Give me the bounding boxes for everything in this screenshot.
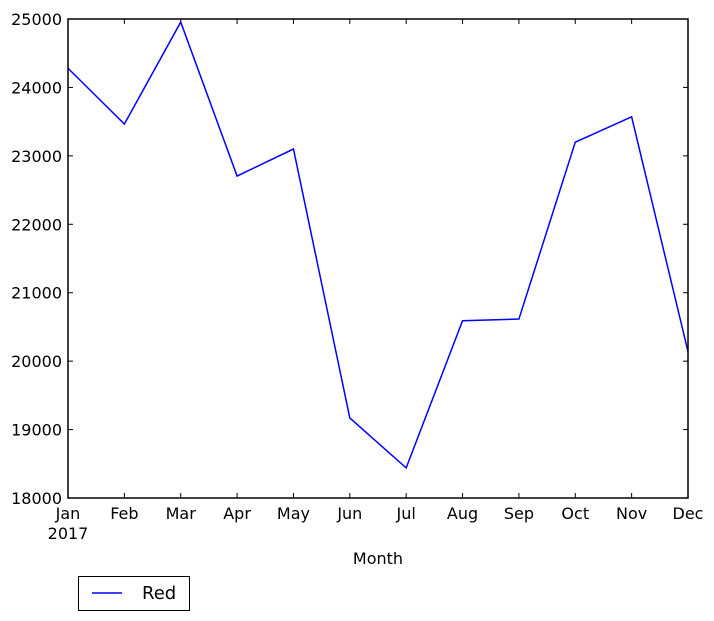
- ticks: 18000 19000 20000 21000 22000 23000 24000 25000…: [11, 10, 703, 523]
- x-tick-label: Mar: [166, 504, 197, 523]
- x-tick-label: Oct: [561, 504, 589, 523]
- x-tick-label: Jul: [396, 504, 416, 523]
- x-tick-label: May: [277, 504, 310, 523]
- legend-label-red: Red: [142, 583, 176, 604]
- y-tick-label: 20000: [11, 352, 62, 371]
- y-tick-label: 18000: [11, 489, 62, 508]
- y-tick-label: 22000: [11, 215, 62, 234]
- series-layer: [67, 20, 689, 470]
- x-tick-label: Feb: [110, 504, 138, 523]
- x-tick-label: Sep: [504, 504, 534, 523]
- y-tick-label: 23000: [11, 147, 62, 166]
- legend: Red: [78, 576, 190, 611]
- x-tick-label: Dec: [673, 504, 704, 523]
- x-tick-label: Nov: [616, 504, 647, 523]
- x-axis-label: Month: [353, 549, 403, 568]
- x-tick-label: Jan: [55, 504, 81, 523]
- x-tick-label: Jun: [336, 504, 362, 523]
- line-chart: 18000 19000 20000 21000 22000 23000 24000 25000…: [11, 10, 703, 611]
- plot-frame: [67, 18, 689, 499]
- x-tick-label: Apr: [223, 504, 251, 523]
- y-tick-label: 21000: [11, 284, 62, 303]
- series-line-red: [67, 20, 689, 470]
- x-tick-label: Aug: [447, 504, 478, 523]
- y-tick-label: 19000: [11, 421, 62, 440]
- x-tick-sublabel: 2017: [48, 524, 89, 543]
- y-tick-label: 24000: [11, 78, 62, 97]
- y-tick-label: 25000: [11, 10, 62, 29]
